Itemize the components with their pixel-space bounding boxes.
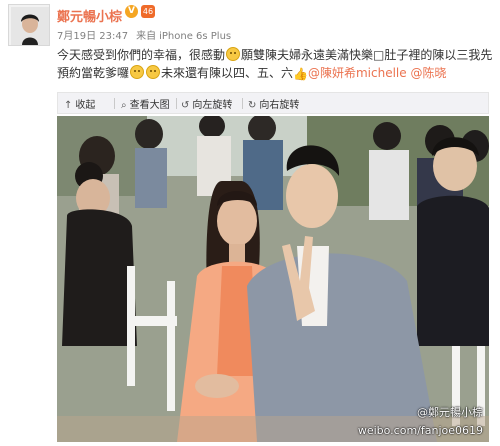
- post-time[interactable]: 7月19日 23:47: [57, 31, 128, 42]
- thumbs-up-icon: 👍: [293, 67, 308, 81]
- collapse-label: 收起: [75, 100, 96, 111]
- collapse-button[interactable]: ↑ 收起: [64, 96, 95, 111]
- rotate-right-label: 向右旋转: [259, 100, 300, 111]
- avatar[interactable]: [8, 4, 50, 46]
- post-photo[interactable]: @鄭元暢小棕 weibo.com/fanjoe0619: [57, 116, 489, 442]
- post-text-line-2: 預約當乾爹囉 未來還有陳以四、五、六👍@陳妍希michelle @陈晓: [57, 64, 489, 83]
- toolbar-divider: [176, 98, 177, 109]
- post-text-line-1: 今天感受到你們的幸福，很感動 願雙陳夫婦永遠美滿快樂□肚子裡的陳以三我先: [57, 46, 493, 64]
- mention-link[interactable]: @陈晓: [410, 66, 446, 80]
- rotate-left-icon: ↺: [181, 100, 190, 111]
- rotate-right-button[interactable]: ↻ 向右旋转: [248, 96, 299, 111]
- collapse-icon: ↑: [64, 100, 73, 111]
- avatar-image: [9, 5, 49, 45]
- mention-link[interactable]: @陳妍希michelle: [308, 66, 407, 80]
- rotate-left-label: 向左旋转: [192, 100, 233, 111]
- post-meta: 7月19日 23:47 来自 iPhone 6s Plus: [57, 27, 239, 42]
- post-text-segment: 今天感受到你們的幸福，很感動: [57, 48, 226, 62]
- photo-watermark-handle: @鄭元暢小棕: [417, 406, 483, 419]
- author-name[interactable]: 鄭元暢小棕: [57, 6, 122, 25]
- view-large-label: 查看大图: [129, 100, 170, 111]
- emoji-icon: [130, 65, 145, 79]
- post-text-segment: 未來還有陳以四、五、六: [161, 66, 294, 80]
- image-toolbar: ↑ 收起 ⌕ 查看大图 ↺ 向左旋转 ↻ 向右旋转: [57, 92, 489, 114]
- source-prefix: 来自: [136, 31, 157, 42]
- emoji-icon: [226, 47, 241, 61]
- view-large-button[interactable]: ⌕ 查看大图: [121, 96, 170, 111]
- post-text-segment: 預約當乾爹囉: [57, 66, 130, 80]
- rotate-left-button[interactable]: ↺ 向左旋转: [181, 96, 232, 111]
- source-device[interactable]: iPhone 6s Plus: [159, 31, 231, 42]
- toolbar-divider: [242, 98, 243, 109]
- photo-illustration: [57, 116, 489, 442]
- magnifier-icon: ⌕: [121, 100, 127, 111]
- post-text: 今天感受到你們的幸福，很感動 願雙陳夫婦永遠美滿快樂□肚子裡的陳以三我先 預約當乾…: [57, 46, 493, 83]
- rotate-right-icon: ↻: [248, 100, 257, 111]
- verified-badge: V: [125, 5, 138, 18]
- photo-watermark-url: weibo.com/fanjoe0619: [357, 424, 483, 437]
- toolbar-divider: [114, 98, 115, 109]
- post-text-segment: 願雙陳夫婦永遠美滿快樂□肚子裡的陳以三我先: [241, 48, 493, 62]
- emoji-icon: [146, 65, 161, 79]
- level-badge: 46: [141, 5, 155, 18]
